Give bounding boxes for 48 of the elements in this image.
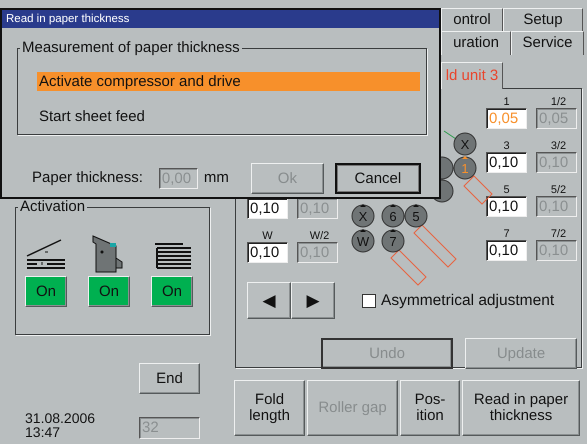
tab[interactable]: Service	[511, 31, 584, 55]
date-text: 31.08.2006	[25, 411, 96, 425]
tab[interactable]: Setup	[503, 8, 583, 31]
on-button[interactable]: On	[88, 276, 130, 307]
field-label: 7/2	[550, 228, 568, 240]
end-button[interactable]: End	[139, 363, 200, 394]
thickness-label: Paper thickness:	[32, 168, 143, 188]
field-label: 5	[502, 184, 511, 196]
roller: W	[352, 229, 374, 252]
field-label: W/2	[308, 230, 330, 242]
function-button[interactable]: Read in paper thickness	[462, 380, 580, 436]
time-text: 13:47	[25, 425, 60, 439]
gap-field[interactable]: 0,10	[486, 152, 527, 173]
field-label: 1	[502, 96, 511, 108]
roller: 1	[454, 156, 476, 180]
gap-field[interactable]: 0,10	[486, 240, 527, 261]
field-label: 3/2	[550, 140, 568, 152]
paper-path	[413, 224, 457, 268]
tab[interactable]: uration	[441, 31, 511, 55]
field-label: 7	[502, 228, 511, 240]
unit-label: mm	[204, 168, 229, 188]
paper-path	[390, 249, 427, 286]
tab[interactable]: ontrol	[441, 8, 503, 31]
arrow-button[interactable]: ◀	[247, 282, 291, 319]
on-button[interactable]: On	[25, 276, 67, 307]
option-item[interactable]: Start sheet feed	[37, 107, 420, 126]
roller: 7	[382, 229, 404, 252]
dialog-button[interactable]: Cancel	[334, 163, 421, 194]
asymmetrical-checkbox[interactable]: Asymmetrical adjustment	[362, 288, 554, 312]
roller: X	[454, 132, 476, 156]
arrow-button[interactable]: ▶	[291, 282, 335, 319]
roller: X	[352, 204, 374, 228]
group-title: Measurement of paper thickness	[20, 39, 242, 57]
gap-field[interactable]: 0,10	[247, 198, 288, 219]
field-label: W	[261, 230, 274, 242]
function-button[interactable]: Pos-ition	[400, 380, 460, 436]
field-label: 3	[502, 140, 511, 152]
dialog-title: Read in paper thickness	[2, 10, 439, 28]
field-label: 5/2	[550, 184, 568, 196]
function-button[interactable]: Fold length	[234, 380, 305, 436]
guide-line	[444, 130, 456, 140]
option-item[interactable]: Activate compressor and drive	[37, 72, 420, 91]
roller: 6	[382, 204, 404, 228]
field-label: 1/2	[550, 96, 568, 108]
gap-field[interactable]: 0,10	[247, 242, 288, 263]
roller: 5	[404, 204, 428, 228]
on-button[interactable]: On	[151, 276, 193, 307]
gap-field[interactable]: 0,10	[486, 196, 527, 217]
